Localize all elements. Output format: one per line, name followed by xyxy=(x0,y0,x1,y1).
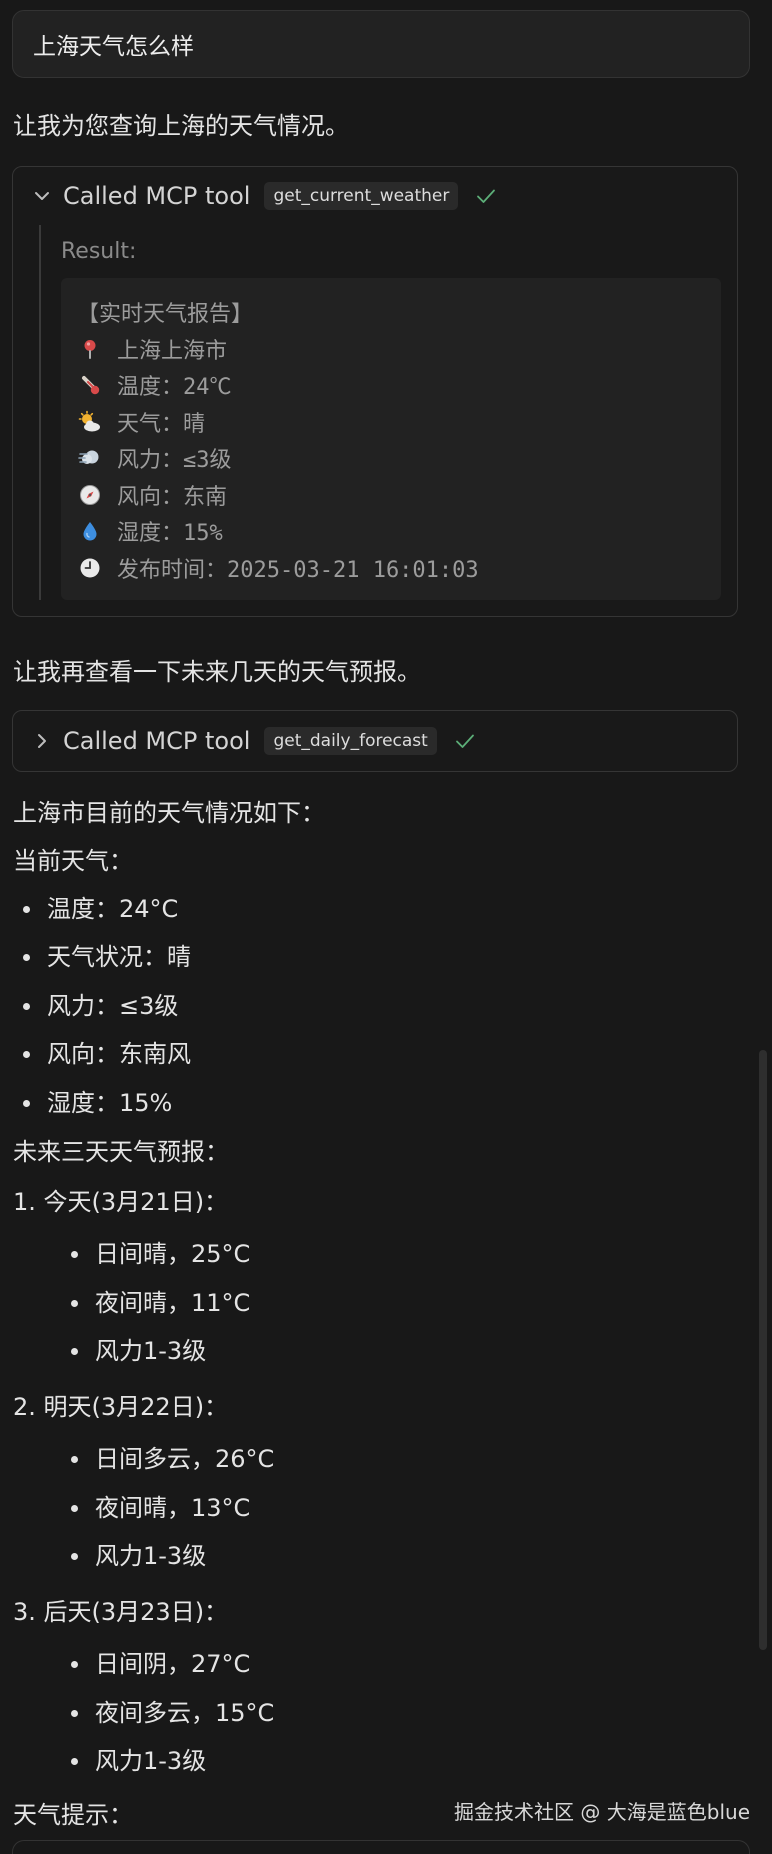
list-item-text: 温度：24°C xyxy=(47,895,179,923)
bullet-dot xyxy=(23,1099,30,1107)
chevron-down-icon[interactable] xyxy=(29,183,55,209)
clock-icon xyxy=(77,555,103,581)
tool-call-prefix: Called MCP tool xyxy=(63,727,251,755)
bullet-dot xyxy=(23,905,30,913)
bullet-dot xyxy=(71,1757,78,1765)
bullet-dot xyxy=(71,1455,78,1463)
list-item-text: 风力：≤3级 xyxy=(47,992,179,1020)
list-item: 风力1-3级 xyxy=(71,1745,206,1777)
result-row-text: 上海上海市 xyxy=(117,338,228,364)
forecast-day-title: 1. 今天(3月21日)： xyxy=(13,1188,229,1216)
tool-result-panel: Result: 【实时天气报告】 上海上海市 温度：24℃ 天气：晴 风力：≤3… xyxy=(39,225,721,600)
tool-name-badge: get_current_weather xyxy=(264,182,459,210)
droplet-icon xyxy=(77,518,103,544)
result-row: 风力：≤3级 xyxy=(77,440,705,477)
result-row-text: 天气：晴 xyxy=(117,411,206,437)
result-row: 湿度：15% xyxy=(77,513,705,550)
list-item-text: 风力1-3级 xyxy=(95,1747,207,1775)
list-item-text: 日间多云，26°C xyxy=(95,1445,275,1473)
forecast-day-title: 3. 后天(3月23日)： xyxy=(13,1598,229,1626)
result-row: 发布时间：2025-03-21 16:01:03 xyxy=(77,550,705,587)
sun-cloud-icon xyxy=(77,409,103,435)
forecast-day-title: 2. 明天(3月22日)： xyxy=(13,1393,229,1421)
list-item: 湿度：15% xyxy=(23,1087,172,1119)
list-item: 风力1-3级 xyxy=(71,1335,206,1367)
list-item: 风力1-3级 xyxy=(71,1540,206,1572)
list-item: 天气状况：晴 xyxy=(23,941,191,973)
bullet-dot xyxy=(23,953,30,961)
bullet-dot xyxy=(71,1250,78,1258)
bullet-dot xyxy=(23,1050,30,1058)
tips-heading: 天气提示： xyxy=(13,1801,133,1829)
result-box: 【实时天气报告】 上海上海市 温度：24℃ 天气：晴 风力：≤3级 风向：东南 … xyxy=(61,278,721,600)
result-label: Result: xyxy=(61,239,137,264)
list-item: 夜间多云，15°C xyxy=(71,1697,274,1729)
result-row: 上海上海市 xyxy=(77,331,705,368)
list-item-text: 风力1-3级 xyxy=(95,1542,207,1570)
list-item: 风力：≤3级 xyxy=(23,990,178,1022)
list-item-text: 天气状况：晴 xyxy=(47,943,191,971)
result-row-text: 风向：东南 xyxy=(117,484,228,510)
wind-icon xyxy=(77,445,103,471)
list-item-text: 夜间晴，13°C xyxy=(95,1494,251,1522)
tool-name-badge: get_daily_forecast xyxy=(264,727,437,755)
list-item: 日间阴，27°C xyxy=(71,1648,250,1680)
bullet-dot xyxy=(71,1504,78,1512)
list-item: 夜间晴，13°C xyxy=(71,1492,250,1524)
result-row: 天气：晴 xyxy=(77,404,705,441)
chevron-right-icon[interactable] xyxy=(29,728,55,754)
bullet-dot xyxy=(71,1709,78,1717)
list-item-text: 风向：东南风 xyxy=(47,1040,191,1068)
tool-call-header[interactable]: Called MCP tool get_current_weather xyxy=(13,167,737,225)
forecast-heading: 未来三天天气预报： xyxy=(13,1138,229,1166)
tool-call-card-current-weather: Called MCP tool get_current_weather Resu… xyxy=(12,166,738,617)
bullet-dot xyxy=(71,1660,78,1668)
scrollbar-thumb[interactable] xyxy=(759,1050,767,1650)
summary-intro: 上海市目前的天气情况如下： xyxy=(13,799,325,827)
list-item-text: 夜间晴，11°C xyxy=(95,1289,251,1317)
tool-call-header[interactable]: Called MCP tool get_daily_forecast xyxy=(13,711,737,771)
tool-call-prefix: Called MCP tool xyxy=(63,182,251,210)
pin-icon xyxy=(77,336,103,362)
list-item: 日间晴，25°C xyxy=(71,1238,250,1270)
compass-icon xyxy=(77,482,103,508)
watermark: 掘金技术社区 @ 大海是蓝色blue xyxy=(454,1800,750,1824)
list-item-text: 日间晴，25°C xyxy=(95,1240,251,1268)
thermometer-icon xyxy=(77,372,103,398)
user-message-text: 上海天气怎么样 xyxy=(33,34,194,60)
bullet-dot xyxy=(71,1347,78,1355)
result-row: 温度：24℃ xyxy=(77,367,705,404)
bullet-dot xyxy=(71,1552,78,1560)
result-row: 风向：东南 xyxy=(77,477,705,514)
list-item: 日间多云，26°C xyxy=(71,1443,274,1475)
list-item-text: 日间阴，27°C xyxy=(95,1650,251,1678)
result-title: 【实时天气报告】 xyxy=(77,294,705,331)
tool-call-card-daily-forecast: Called MCP tool get_daily_forecast xyxy=(12,710,738,772)
check-icon xyxy=(474,184,498,208)
result-row-text: 湿度：15% xyxy=(117,521,223,547)
assistant-intro: 让我为您查询上海的天气情况。 xyxy=(13,112,349,140)
result-row-text: 温度：24℃ xyxy=(117,375,232,401)
list-item-text: 夜间多云，15°C xyxy=(95,1699,275,1727)
check-icon xyxy=(453,729,477,753)
list-item: 风向：东南风 xyxy=(23,1038,191,1070)
current-weather-heading: 当前天气： xyxy=(13,847,133,875)
user-message-bubble: 上海天气怎么样 xyxy=(12,10,750,78)
list-item-text: 湿度：15% xyxy=(47,1089,173,1117)
list-item: 夜间晴，11°C xyxy=(71,1287,250,1319)
result-row-text: 发布时间：2025-03-21 16:01:03 xyxy=(117,557,479,583)
bullet-dot xyxy=(23,1002,30,1010)
result-row-text: 风力：≤3级 xyxy=(117,448,232,474)
result-title-text: 【实时天气报告】 xyxy=(77,302,254,328)
assistant-followup: 让我再查看一下未来几天的天气预报。 xyxy=(13,658,421,686)
bullet-dot xyxy=(71,1299,78,1307)
list-item-text: 风力1-3级 xyxy=(95,1337,207,1365)
list-item: 温度：24°C xyxy=(23,893,178,925)
